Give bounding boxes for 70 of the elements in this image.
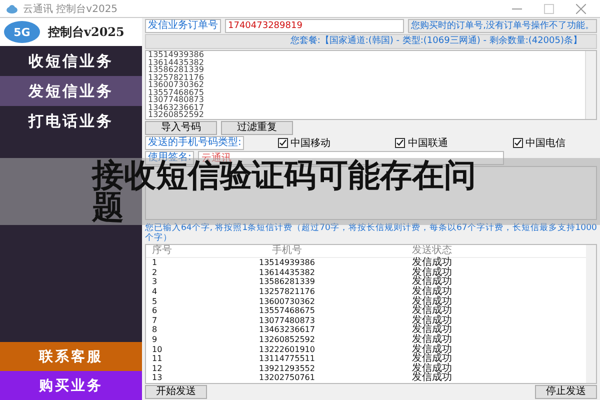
package-info: 您套餐:【国家通道:(韩国) - 类型:(1069三网通) - 剩余数量:(42005)条】 bbox=[145, 34, 597, 49]
scrollbar[interactable] bbox=[586, 245, 596, 383]
checkbox-label: 中国移动 bbox=[290, 136, 331, 150]
logo-title: 控制台v2025 bbox=[48, 24, 124, 40]
window-title: 云通讯 控制台v2025 bbox=[23, 2, 118, 16]
table-cell-text: 7 bbox=[151, 316, 158, 326]
numbers-textarea[interactable]: 13514939386 13614435382 13586281339 13257821176 13600730362 13557468675 13077480873 13463236617 13260852592 bbox=[145, 50, 597, 120]
checkbox[interactable] bbox=[512, 138, 523, 148]
column-header: 序号 bbox=[151, 245, 173, 258]
table-cell-text: 3 bbox=[151, 277, 158, 288]
table-cell-text: 13614435382 bbox=[258, 268, 316, 278]
table-cell-text: 发信成功 bbox=[411, 268, 453, 278]
checkbox-label: 中国电信 bbox=[526, 136, 566, 150]
table-cell-text: 发信成功 bbox=[411, 354, 453, 364]
table-cell-text: 11 bbox=[151, 354, 164, 364]
table-cell-text: 8 bbox=[151, 325, 158, 336]
order-hint: 您购买时的订单号,没有订单号操作不了功能。 bbox=[408, 19, 597, 33]
cloud-icon bbox=[6, 4, 18, 14]
table-cell-text: 13514939386 bbox=[258, 258, 316, 268]
table-cell-text: 发信成功 bbox=[411, 335, 453, 345]
table-cell-text: 13921293552 bbox=[258, 364, 316, 374]
table-cell-text: 13463236617 bbox=[258, 325, 316, 336]
table-cell-text: 发信成功 bbox=[411, 373, 453, 383]
table-cell-text: 发信成功 bbox=[411, 316, 453, 326]
table-cell-text: 13600730362 bbox=[258, 296, 316, 306]
checkbox-label: 中国联通 bbox=[408, 136, 448, 150]
sidebar-button[interactable]: 购买业务 bbox=[0, 371, 142, 400]
column-header: 手机号 bbox=[271, 245, 303, 258]
table-cell-text: 发信成功 bbox=[411, 306, 453, 316]
start-button[interactable]: 开始发送 bbox=[145, 385, 207, 399]
table-cell-text: 1 bbox=[151, 258, 158, 268]
table-cell-text: 2 bbox=[151, 268, 158, 278]
table-cell-text: 13114775511 bbox=[258, 354, 316, 364]
table-cell-text: 发信成功 bbox=[411, 287, 453, 297]
table-cell-text: 10 bbox=[151, 344, 164, 354]
checkbox[interactable] bbox=[278, 138, 288, 148]
table-cell-text: 发信成功 bbox=[411, 344, 453, 354]
table-cell-text: 13257821176 bbox=[258, 287, 316, 297]
scrollbar[interactable] bbox=[585, 51, 596, 118]
table-cell-text: 9 bbox=[151, 335, 158, 345]
sidebar-button[interactable]: 联系客服 bbox=[0, 342, 142, 371]
sidebar-item[interactable]: 收短信业务 bbox=[0, 46, 142, 76]
order-field[interactable]: 1740473289819 bbox=[225, 19, 404, 33]
toolbar-button[interactable]: 过滤重复 bbox=[221, 120, 293, 134]
order-label: 发信业务订单号 bbox=[145, 19, 221, 33]
column-header: 发送状态 bbox=[411, 245, 453, 256]
table-cell-text: 4 bbox=[151, 287, 158, 297]
table-cell-text: 13077480873 bbox=[258, 316, 316, 326]
sidebar-item[interactable]: 发短信业务 bbox=[0, 76, 142, 106]
carrier-label: 发送的手机号码类型: bbox=[145, 136, 244, 150]
table-cell-text: 13222601910 bbox=[258, 344, 316, 354]
table-cell-text: 12 bbox=[151, 364, 164, 374]
table-cell-text: 发信成功 bbox=[411, 296, 453, 306]
sidebar-item[interactable]: 打电话业务 bbox=[0, 106, 142, 136]
table-cell-text: 5 bbox=[151, 296, 158, 306]
logo-badge: 5G bbox=[4, 21, 40, 43]
table-cell-text: 发信成功 bbox=[411, 364, 453, 374]
stop-button[interactable]: 停止发送 bbox=[535, 385, 597, 399]
table-cell-text: 13260852592 bbox=[258, 335, 316, 345]
close-icon[interactable] bbox=[576, 4, 586, 14]
table-cell-text: 13586281339 bbox=[258, 277, 316, 288]
table-cell-text: 13557468675 bbox=[258, 306, 316, 316]
checkbox[interactable] bbox=[395, 138, 406, 148]
table-cell-text: 13 bbox=[151, 373, 164, 383]
table-cell-text: 6 bbox=[151, 306, 158, 316]
toolbar-button[interactable]: 导入号码 bbox=[145, 120, 217, 134]
table-cell-text: 发信成功 bbox=[411, 258, 453, 268]
maximize-icon[interactable] bbox=[544, 4, 554, 14]
character-count-text: 您已输入64个字, 将按照1条短信计费（超过70字，将按长信规则计费，每条以67个字计费，长短信最多支持1000个字） bbox=[145, 222, 597, 244]
table-cell-text: 13202750761 bbox=[258, 373, 316, 383]
